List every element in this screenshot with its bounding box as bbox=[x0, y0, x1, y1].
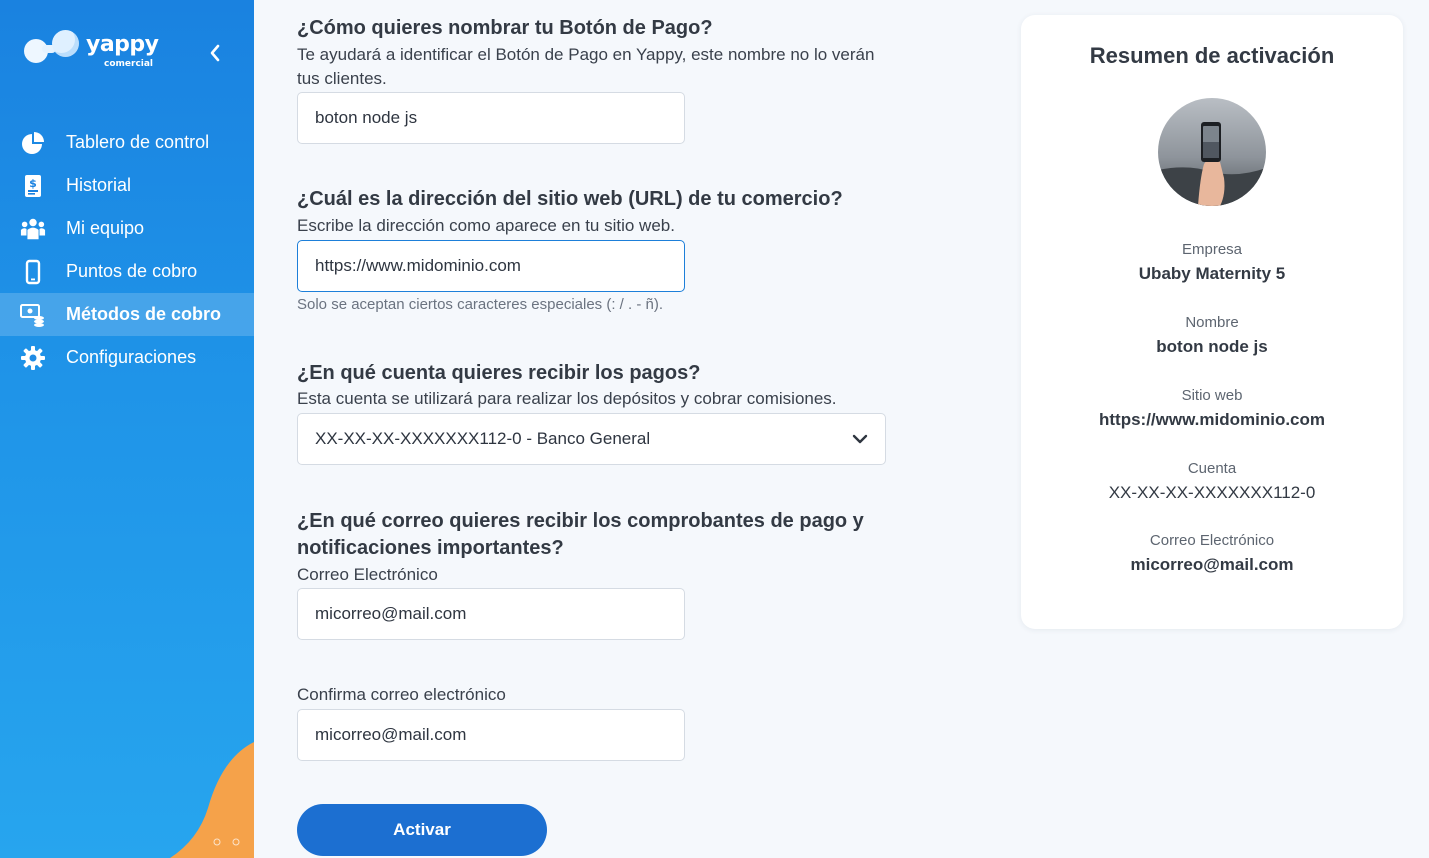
activation-summary-card: Resumen de activación Empresa Ubaby Mate… bbox=[1021, 15, 1403, 629]
sidebar-item-label: Tablero de control bbox=[66, 132, 210, 152]
website-url-input[interactable] bbox=[297, 240, 685, 292]
question-email-title-line2: notificaciones importantes? bbox=[297, 537, 564, 559]
summary-company: Empresa Ubaby Maternity 5 bbox=[1021, 241, 1403, 285]
chevron-down-icon bbox=[852, 434, 868, 444]
sidebar-item-historial[interactable]: $ Historial bbox=[0, 164, 254, 207]
summary-account-label: Cuenta bbox=[1187, 460, 1237, 477]
sidebar-item-puntos-de-cobro[interactable]: Puntos de cobro bbox=[0, 250, 254, 293]
account-select[interactable]: XX-XX-XX-XXXXXXX112-0 - Banco General bbox=[297, 413, 886, 465]
summary-company-value: Ubaby Maternity 5 bbox=[1138, 264, 1286, 283]
collapse-sidebar-button[interactable] bbox=[204, 42, 226, 64]
button-name-input[interactable] bbox=[297, 92, 685, 144]
summary-name-value: boton node js bbox=[1156, 337, 1268, 356]
question-button-name-title: ¿Cómo quieres nombrar tu Botón de Pago? bbox=[297, 17, 713, 39]
email-field[interactable] bbox=[297, 588, 685, 640]
avatar bbox=[1158, 98, 1266, 206]
sidebar-item-metodos-de-cobro[interactable]: Métodos de cobro bbox=[0, 293, 254, 336]
payment-methods-icon bbox=[20, 302, 46, 328]
activation-form: ¿Cómo quieres nombrar tu Botón de Pago? … bbox=[254, 0, 1014, 858]
question-website-desc: Escribe la dirección como aparece en tu … bbox=[297, 216, 675, 235]
confirm-email-label: Confirma correo electrónico bbox=[297, 685, 506, 704]
logo-subtitle: comercial bbox=[104, 59, 154, 69]
sidebar-item-tablero[interactable]: Tablero de control bbox=[0, 121, 254, 164]
summary-title: Resumen de activación bbox=[1089, 43, 1335, 68]
question-account-title: ¿En qué cuenta quieres recibir los pagos… bbox=[297, 362, 701, 384]
summary-company-label: Empresa bbox=[1181, 241, 1243, 258]
logo-wordmark: yappy bbox=[86, 32, 159, 57]
question-button-name-desc-line1: Te ayudará a identificar el Botón de Pag… bbox=[297, 45, 875, 64]
receipt-icon: $ bbox=[20, 173, 46, 199]
email-field-label: Correo Electrónico bbox=[297, 565, 438, 584]
summary-website-label: Sitio web bbox=[1181, 387, 1243, 404]
logo-bubble-large bbox=[52, 30, 79, 57]
sidebar-nav: Tablero de control $ Historial Mi equipo… bbox=[0, 121, 254, 379]
activate-button[interactable]: Activar bbox=[297, 804, 547, 856]
team-icon bbox=[20, 216, 46, 242]
summary-account-value: XX-XX-XX-XXXXXXX112-0 bbox=[1108, 483, 1316, 502]
sidebar-item-label: Historial bbox=[66, 175, 132, 195]
question-account-desc: Esta cuenta se utilizará para realizar l… bbox=[297, 389, 837, 408]
account-select-value: XX-XX-XX-XXXXXXX112-0 - Banco General bbox=[315, 429, 651, 448]
summary-email-value: micorreo@mail.com bbox=[1130, 555, 1294, 574]
sidebar-item-label: Métodos de cobro bbox=[66, 304, 222, 324]
summary-account: Cuenta XX-XX-XX-XXXXXXX112-0 bbox=[1021, 460, 1403, 504]
confirm-email-field[interactable] bbox=[297, 709, 685, 761]
question-email-title-line1: ¿En qué correo quieres recibir los compr… bbox=[297, 510, 864, 532]
sidebar-item-label: Mi equipo bbox=[66, 218, 145, 238]
question-website-title: ¿Cuál es la dirección del sitio web (URL… bbox=[297, 188, 843, 210]
sidebar-item-configuraciones[interactable]: Configuraciones bbox=[0, 336, 254, 379]
summary-email: Correo Electrónico micorreo@mail.com bbox=[1021, 532, 1403, 576]
sidebar: yappy comercial Tablero de control $ His… bbox=[0, 0, 254, 858]
phone-icon bbox=[20, 259, 46, 285]
chevron-left-icon bbox=[210, 44, 220, 62]
question-button-name-desc-line2: tus clientes. bbox=[297, 69, 387, 88]
summary-name-label: Nombre bbox=[1185, 314, 1239, 331]
sidebar-item-label: Configuraciones bbox=[66, 347, 197, 367]
sidebar-item-mi-equipo[interactable]: Mi equipo bbox=[0, 207, 254, 250]
svg-text:$: $ bbox=[29, 177, 37, 190]
yappy-logo[interactable]: yappy comercial bbox=[22, 28, 162, 72]
summary-email-label: Correo Electrónico bbox=[1149, 532, 1275, 549]
summary-name: Nombre boton node js bbox=[1021, 314, 1403, 358]
website-url-hint: Solo se aceptan ciertos caracteres espec… bbox=[297, 296, 663, 313]
sidebar-decoration bbox=[170, 742, 254, 858]
gear-icon bbox=[20, 345, 46, 371]
pie-chart-icon bbox=[20, 130, 46, 156]
summary-website: Sitio web https://www.midominio.com bbox=[1021, 387, 1403, 431]
sidebar-item-label: Puntos de cobro bbox=[66, 261, 198, 281]
summary-website-value: https://www.midominio.com bbox=[1098, 410, 1326, 429]
